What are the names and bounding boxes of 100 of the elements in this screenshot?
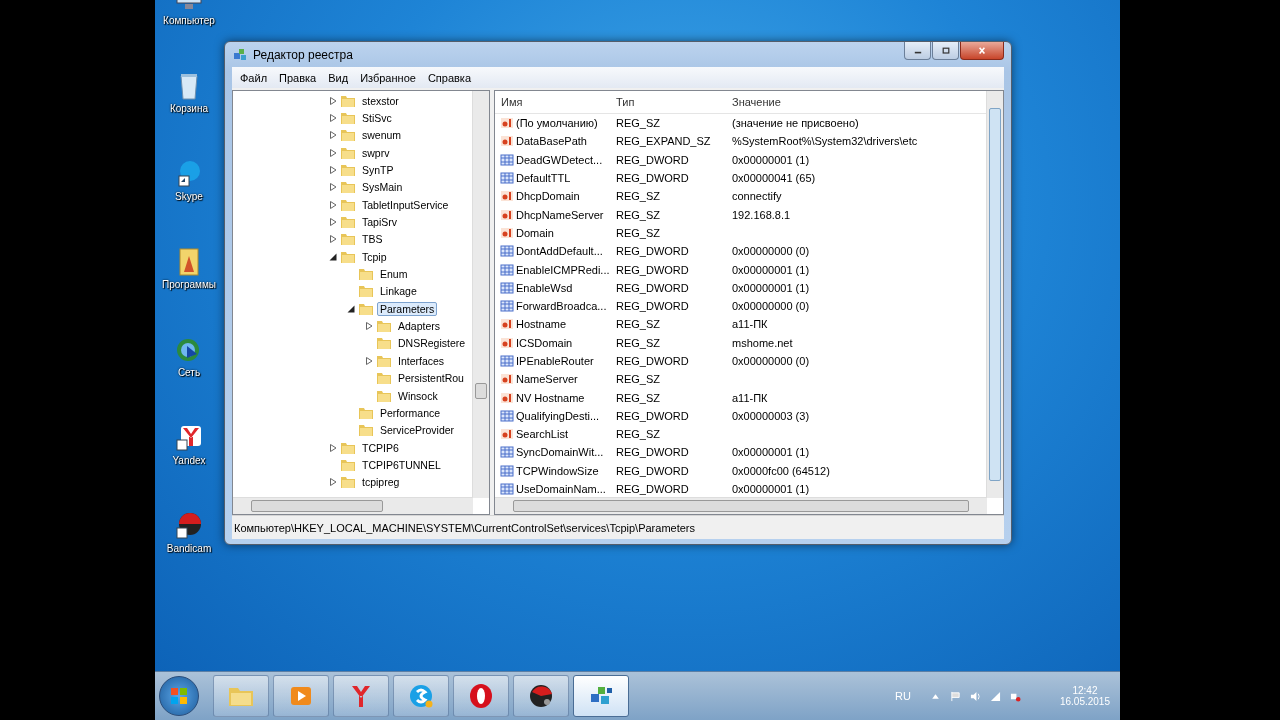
folder-icon (340, 440, 356, 455)
tree-item[interactable]: StiSvc (359, 111, 395, 125)
expand-icon[interactable] (329, 183, 337, 192)
menu-item[interactable]: Избранное (354, 71, 422, 84)
tree-item[interactable]: Winsock (395, 388, 441, 403)
tree-item[interactable]: TabletInputService (359, 197, 452, 212)
table-cell-text: 192.168.8.1 (731, 208, 792, 221)
taskbar-skype-button[interactable] (393, 675, 449, 717)
value-name[interactable]: (По умолчанию) (516, 117, 598, 130)
string-value-icon (500, 135, 514, 148)
scrollbar[interactable] (233, 497, 473, 514)
binary-value-icon (500, 355, 514, 367)
expand-icon[interactable] (329, 166, 337, 175)
menu-item[interactable]: Правка (273, 71, 323, 84)
scrollbar[interactable] (472, 91, 489, 498)
desktop-icon-label[interactable]: Сеть (177, 367, 201, 378)
tree-item[interactable]: Parameters (377, 301, 438, 316)
tree-item[interactable]: Linkage (377, 284, 420, 299)
string-value-icon (500, 208, 514, 221)
column-header[interactable]: Значение (726, 96, 986, 108)
value-name[interactable]: DataBasePath (516, 135, 587, 148)
expand-icon[interactable] (329, 478, 337, 487)
value-name[interactable]: DefaultTTL (516, 172, 571, 185)
value-name[interactable]: QualifyingDesti... (516, 409, 600, 422)
collapse-icon[interactable] (347, 304, 355, 313)
tree-item[interactable]: ServiceProvider (377, 423, 458, 438)
menu-item[interactable]: Справка (421, 71, 478, 84)
menu-item[interactable]: Файл (234, 71, 274, 84)
binary-value-icon (500, 245, 514, 258)
tree-item[interactable]: PersistentRou (395, 371, 467, 386)
value-name[interactable]: IPEnableRouter (516, 355, 594, 367)
scrollbar[interactable] (986, 91, 1003, 498)
tree-item[interactable]: SysMain (359, 180, 406, 195)
value-name[interactable]: EnableWsd (516, 281, 573, 294)
value-name[interactable]: SyncDomainWit... (516, 446, 604, 459)
menu-item[interactable]: Вид (322, 71, 355, 84)
close-button[interactable] (960, 42, 1004, 60)
value-name[interactable]: ICSDomain (516, 336, 573, 349)
collapse-icon[interactable] (329, 252, 337, 261)
desktop-icon-label[interactable]: Корзина (169, 103, 209, 114)
tree-item[interactable]: swprv (359, 145, 393, 160)
tree-item[interactable]: Adapters (395, 319, 444, 334)
value-name[interactable]: EnableICMPRedi... (516, 263, 610, 276)
desktop-icon-label[interactable]: Skype (175, 191, 203, 202)
tree-item[interactable]: Performance (377, 405, 444, 420)
expand-icon[interactable] (329, 148, 337, 157)
tree-item[interactable]: DNSRegistere (395, 336, 469, 351)
value-name[interactable]: DhcpNameServer (516, 208, 604, 221)
start-button[interactable] (159, 676, 199, 716)
value-name[interactable]: ForwardBroadca... (516, 300, 607, 313)
tree-item[interactable]: Interfaces (395, 353, 448, 368)
maximize-button[interactable] (932, 42, 959, 60)
tree-item[interactable]: tcpipreg (359, 475, 403, 490)
expand-icon[interactable] (329, 443, 337, 452)
string-value-icon (500, 226, 514, 239)
desktop-icon-label[interactable]: Программы (162, 279, 216, 290)
folder-icon (340, 457, 356, 472)
tree-item[interactable]: TCPIP6TUNNEL (359, 457, 444, 472)
value-name[interactable]: NameServer (516, 373, 578, 386)
table-cell-text: REG_DWORD (615, 409, 690, 422)
tree-item[interactable]: TapiSrv (359, 215, 400, 230)
expand-icon[interactable] (329, 114, 337, 122)
folder-icon (376, 319, 392, 334)
taskbar-bandicam-button[interactable] (513, 675, 569, 717)
value-name[interactable]: NV Hostname (516, 391, 585, 404)
expand-icon[interactable] (365, 322, 373, 331)
value-name[interactable]: UseDomainNam... (516, 483, 606, 496)
expand-icon[interactable] (365, 356, 373, 365)
scrollbar[interactable] (495, 497, 987, 514)
value-name[interactable]: DeadGWDetect... (516, 153, 603, 166)
tree-item[interactable]: Enum (377, 267, 411, 282)
minimize-button[interactable] (904, 42, 931, 60)
value-name[interactable]: Hostname (516, 318, 567, 331)
tree-item[interactable]: TBS (359, 232, 386, 247)
taskbar-yandex-button[interactable] (333, 675, 389, 717)
folder-icon (358, 423, 374, 438)
column-header[interactable]: Тип (610, 96, 726, 108)
taskbar-opera-button[interactable] (453, 675, 509, 717)
value-name[interactable]: TCPWindowSize (516, 464, 599, 477)
expand-icon[interactable] (329, 96, 337, 105)
taskbar-regedit-button[interactable] (573, 675, 629, 717)
column-header[interactable]: Имя (495, 96, 610, 108)
expand-icon[interactable] (329, 218, 337, 227)
value-name[interactable]: DhcpDomain (516, 190, 580, 203)
desktop-icon-label[interactable]: Yandex (172, 455, 206, 466)
expand-icon[interactable] (329, 235, 337, 244)
tree-item[interactable]: swenum (359, 128, 405, 143)
tree-item[interactable]: SynTP (359, 163, 397, 178)
regedit-icon (232, 46, 248, 63)
value-name[interactable]: SearchList (516, 428, 568, 441)
binary-value-icon (500, 446, 514, 459)
expand-icon[interactable] (329, 200, 337, 209)
desktop-icon-label[interactable]: Bandicam (166, 543, 212, 554)
expand-icon[interactable] (329, 131, 337, 140)
value-name[interactable]: Domain (516, 226, 554, 239)
tree-item[interactable]: Tcpip (359, 249, 390, 264)
value-name[interactable]: DontAddDefault... (516, 245, 603, 258)
desktop-icon-label[interactable]: Компьютер (163, 15, 215, 26)
tree-item[interactable]: TCPIP6 (359, 440, 402, 455)
tree-item[interactable]: stexstor (359, 93, 402, 108)
